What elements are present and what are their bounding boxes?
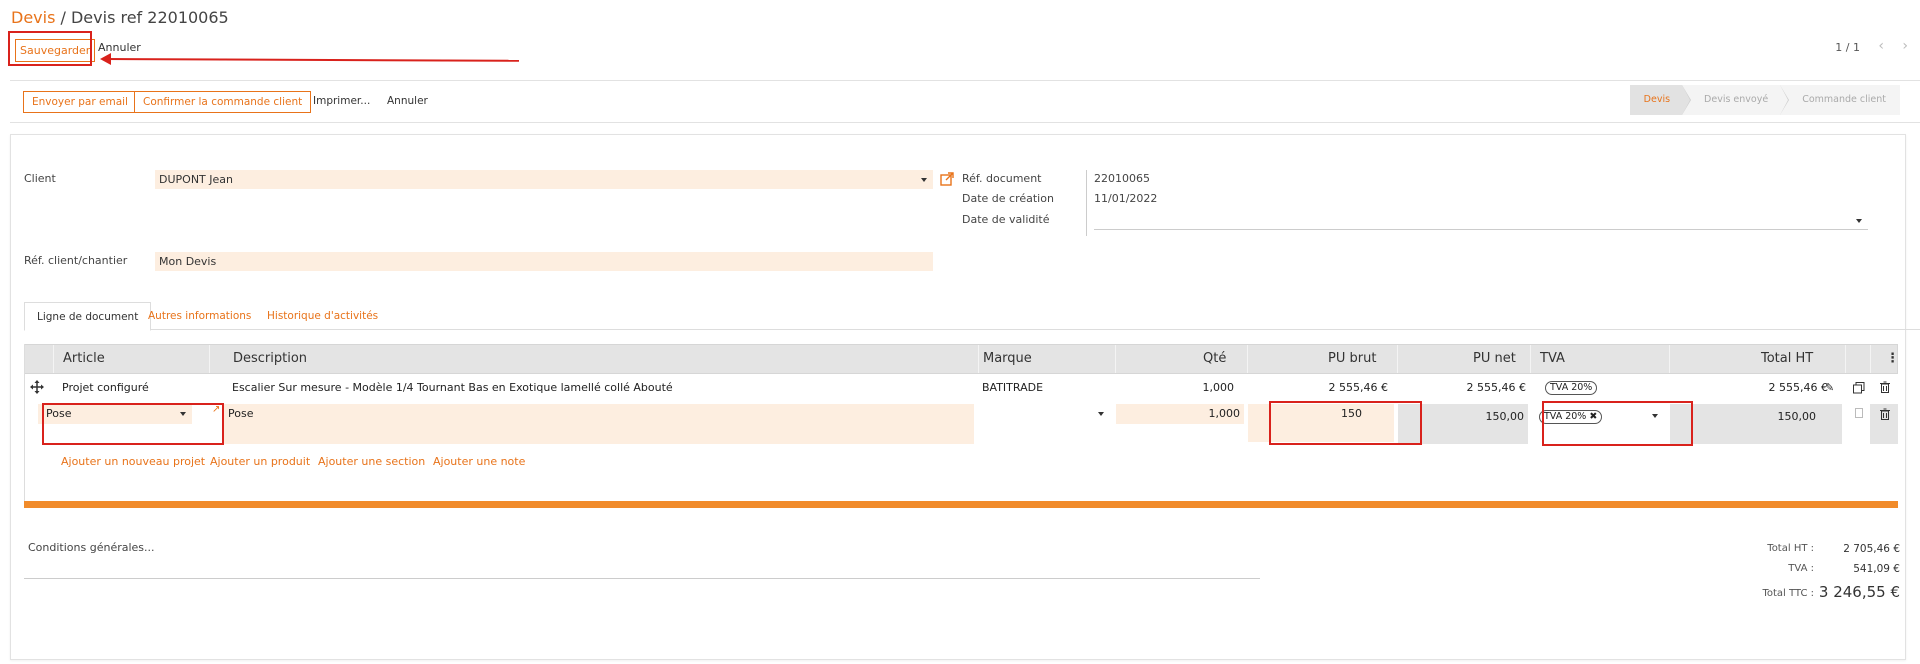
row1-article: Projet configuré [62,381,149,394]
stage-label: Devis envoyé [1704,94,1769,105]
row2-qty: 1,000 [1208,407,1241,420]
annotation-arrow-line [103,58,520,62]
total-ttc-value: 3 246,55 € [1818,583,1900,601]
cancel-quote-button[interactable]: Annuler [379,91,436,111]
add-section-link[interactable]: Ajouter une section [318,455,425,468]
col-marque: Marque [983,351,1032,366]
copy-icon[interactable] [1853,408,1864,420]
trash-icon[interactable] [1879,381,1891,393]
confirm-order-button[interactable]: Confirmer la commande client [134,91,312,113]
chevron-left-icon[interactable]: ‹ [1878,38,1884,54]
total-ht-value: 2 705,46 € [1843,543,1900,555]
chevron-down-icon [1856,219,1862,223]
row1-pu-net: 2 555,46 € [1466,381,1526,394]
tva-label: TVA : [1788,563,1814,574]
chevron-right-icon[interactable]: › [1902,38,1908,54]
general-conditions-underline [24,578,1260,579]
client-select[interactable]: DUPONT Jean [155,170,933,189]
client-ref-label: Réf. client/chantier [24,254,128,267]
chevron-down-icon [921,178,927,182]
total-ht-label: Total HT : [1767,543,1814,554]
client-label: Client [24,172,56,185]
row2-qty-input[interactable]: 1,000 [1116,404,1244,424]
annotation-highlight-save [8,31,92,66]
row2-pu-net: 150,00 [1485,410,1525,423]
copy-icon[interactable] [1853,382,1865,394]
stage-devis[interactable]: Devis [1629,85,1692,115]
tab-bar: Ligne de document Autres informations Hi… [24,302,1920,331]
breadcrumb-parent-link[interactable]: Devis [11,8,55,27]
table-border [24,344,25,504]
row1-marque: BATITRADE [982,381,1044,394]
stage-devis-envoye[interactable]: Devis envoyé [1682,85,1790,115]
col-description: Description [233,351,308,366]
annotation-highlight-tva [1542,401,1693,446]
annotation-highlight-article [42,403,224,445]
annotation-highlight-pu-brut [1269,401,1422,445]
created-date-label: Date de création [962,192,1054,205]
col-tva: TVA [1540,351,1565,366]
breadcrumb-separator: / [55,8,71,27]
add-project-link[interactable]: Ajouter un nouveau projet [61,455,205,468]
print-button[interactable]: Imprimer... [305,91,378,111]
validity-date-input[interactable] [1094,211,1868,230]
total-ttc-label: Total TTC : [1762,588,1814,599]
row2-description: Pose [228,407,254,420]
send-email-button[interactable]: Envoyer par email [23,91,137,113]
row2-marque-select[interactable] [978,404,1112,424]
pager-count: 1 / 1 [1835,41,1860,54]
chevron-down-icon [1098,412,1104,416]
row2-description-input[interactable]: Pose [224,404,974,444]
tva-badge-label: TVA 20% [1545,381,1598,395]
tab-document-lines[interactable]: Ligne de document [24,302,152,331]
tab-activity-history[interactable]: Historique d'activités [255,302,390,331]
add-product-link[interactable]: Ajouter un produit [210,455,310,468]
row2-total-ht-cell: 150,00 [1670,404,1842,444]
tva-value: 541,09 € [1853,563,1900,575]
edit-icon[interactable]: ✎ [1825,381,1834,394]
more-icon[interactable]: ⋮ [1886,345,1899,373]
status-pipeline: Devis Devis envoyé Commande client [1629,85,1900,115]
breadcrumb: Devis / Devis ref 22010065 [11,8,229,27]
col-qty: Qté [1203,351,1227,366]
table-footer-bar [24,501,1898,508]
client-value: DUPONT Jean [159,173,233,186]
client-ref-input[interactable]: Mon Devis [155,252,933,271]
col-pu-net: PU net [1473,351,1516,366]
row2-total-ht: 150,00 [1777,410,1817,423]
tab-other-info[interactable]: Autres informations [136,302,263,331]
stage-commande-client[interactable]: Commande client [1780,85,1900,115]
col-pu-brut: PU brut [1328,351,1377,366]
row1-total-ht: 2 555,46 € [1768,381,1828,394]
row1-qty: 1,000 [1202,381,1235,394]
trash-icon[interactable] [1879,408,1891,420]
validity-date-label: Date de validité [962,213,1050,226]
stage-label: Commande client [1802,94,1886,105]
add-note-link[interactable]: Ajouter une note [433,455,525,468]
row1-pu-brut: 2 555,46 € [1328,381,1388,394]
doc-ref-label: Réf. document [962,172,1042,185]
page-title: Devis ref 22010065 [70,8,229,27]
field-divider [1086,170,1087,236]
move-icon[interactable] [30,380,44,394]
annotation-arrow-head [100,53,111,65]
row1-description: Escalier Sur mesure - Modèle 1/4 Tournan… [232,381,673,394]
general-conditions-input[interactable]: Conditions générales... [28,541,155,554]
col-total-ht: Total HT [1761,351,1814,366]
row1-tva-badge: TVA 20% [1545,380,1598,395]
doc-ref-value: 22010065 [1094,172,1150,185]
external-link-icon[interactable] [940,172,954,186]
col-article: Article [63,351,105,366]
table-header: Article Description Marque Qté PU brut P… [24,344,1899,374]
stage-label: Devis [1643,94,1671,105]
created-date-value: 11/01/2022 [1094,192,1158,205]
